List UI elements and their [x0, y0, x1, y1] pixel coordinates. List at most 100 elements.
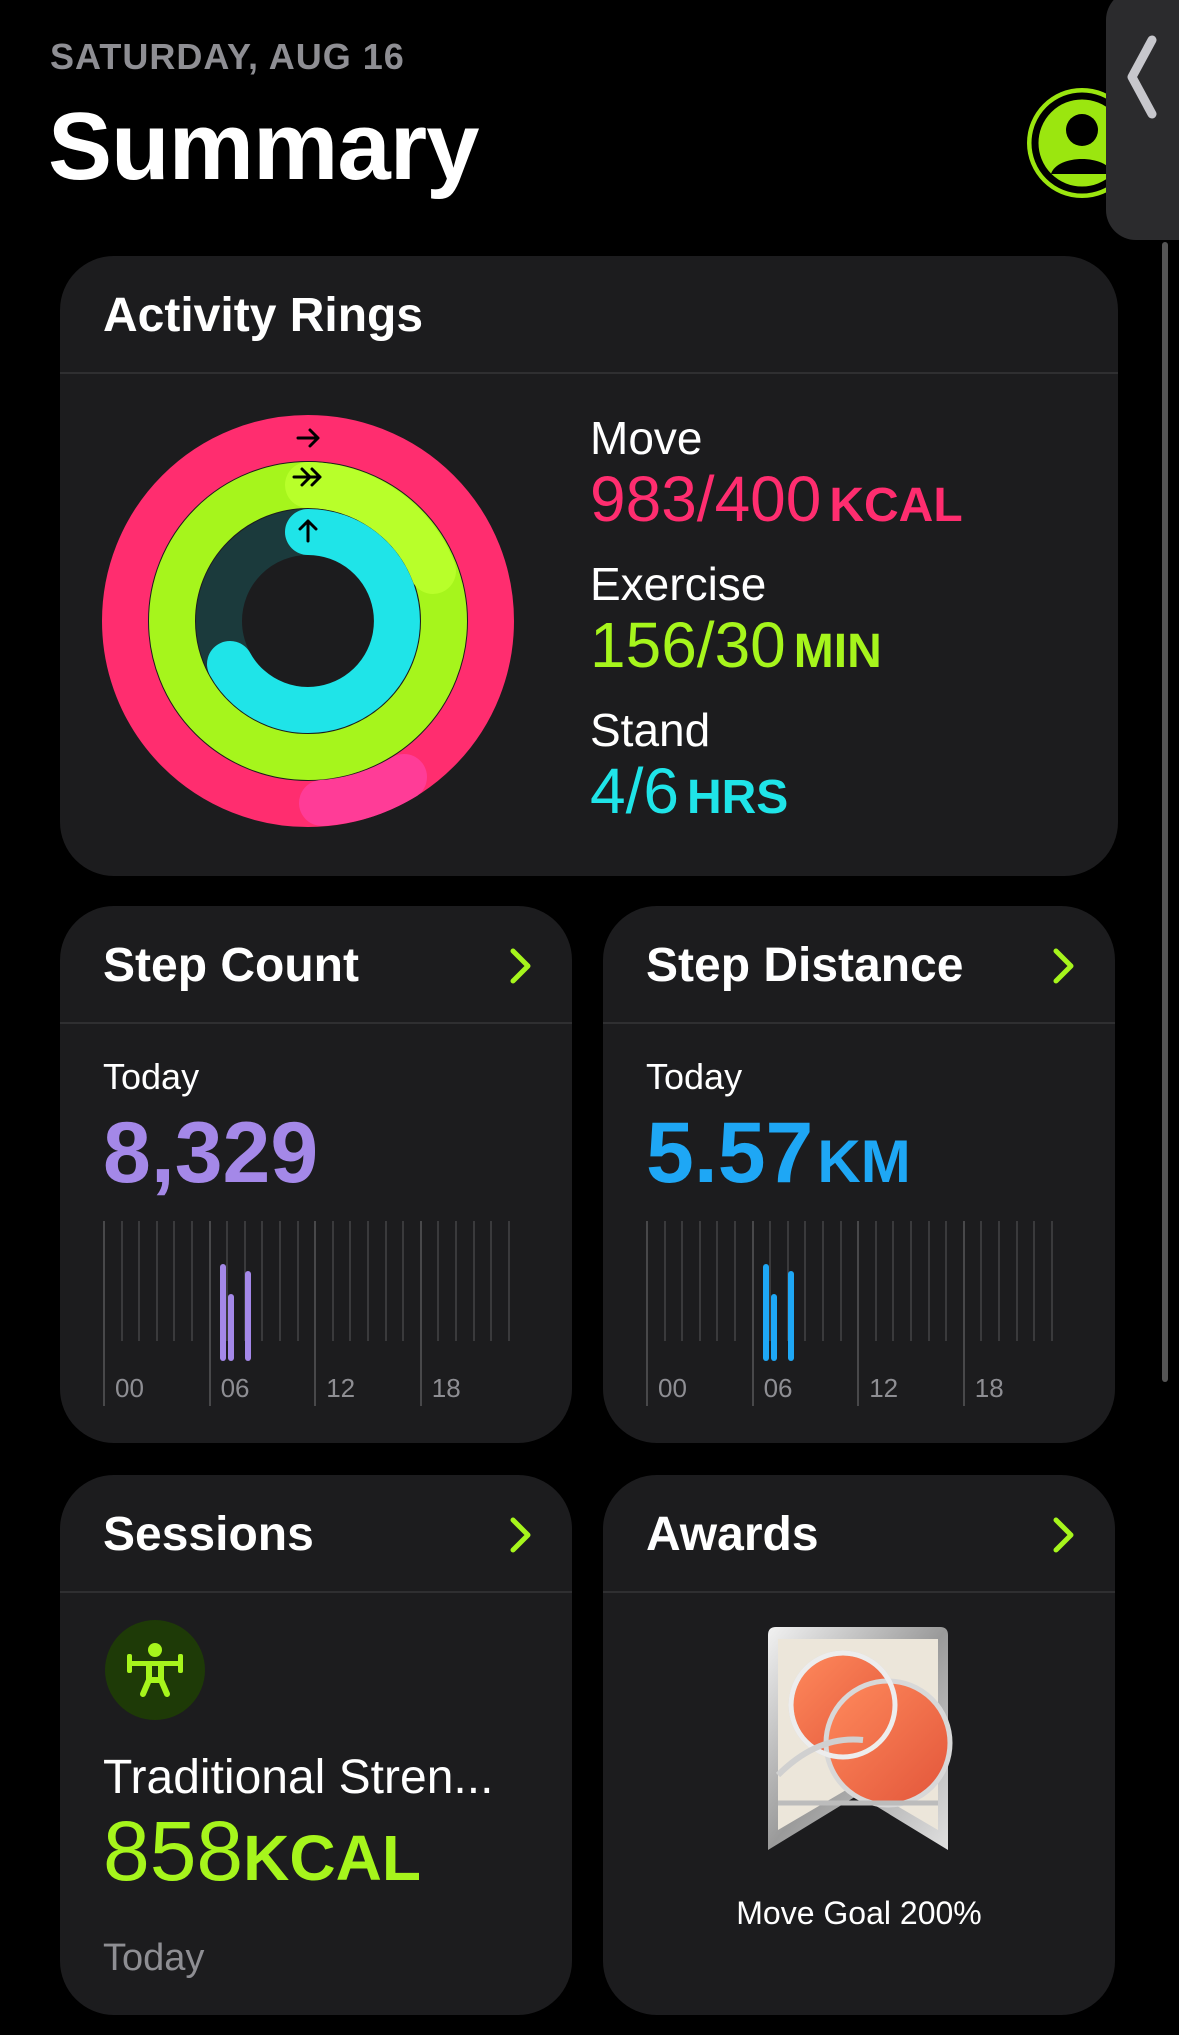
chart-axis-label: 18	[974, 1373, 1004, 1403]
chart-bar	[245, 1271, 252, 1361]
chart-tick	[384, 1221, 387, 1341]
chart-axis-label: 18	[431, 1373, 461, 1403]
activity-rings-chart	[102, 415, 514, 827]
card-header: Step Distance	[603, 906, 1115, 1024]
move-label: Move	[590, 412, 703, 464]
chart-tick	[716, 1221, 719, 1341]
chart-axis-label: 12	[326, 1373, 356, 1403]
chart-tick	[120, 1221, 123, 1341]
card-header: Step Count	[60, 906, 572, 1024]
chart-tick	[437, 1221, 440, 1341]
chart-tick	[296, 1221, 299, 1341]
date-label: SATURDAY, AUG 16	[50, 36, 405, 77]
step-count-value: 8,329	[103, 1105, 319, 1201]
chevron-left-icon	[1127, 35, 1157, 119]
chart-major-gridline	[419, 1221, 422, 1406]
chart-tick	[681, 1221, 684, 1341]
chart-tick	[331, 1221, 334, 1341]
chart-bar	[228, 1293, 235, 1361]
chart-major-gridline	[103, 1221, 105, 1406]
exercise-label: Exercise	[590, 558, 767, 610]
chart-tick	[490, 1221, 493, 1341]
chart-tick	[507, 1221, 510, 1341]
chart-bar	[219, 1263, 226, 1361]
chart-tick	[455, 1221, 457, 1341]
stand-stat: Stand 4/6 HRS	[590, 704, 788, 833]
session-date: Today	[103, 1937, 205, 1979]
chart-major-gridline	[646, 1221, 648, 1406]
card-header: Awards	[603, 1475, 1115, 1593]
chart-tick	[1050, 1221, 1053, 1341]
chart-tick	[138, 1221, 141, 1341]
chart-tick	[892, 1221, 895, 1341]
chart-major-gridline	[314, 1221, 317, 1406]
chart-tick	[279, 1221, 281, 1341]
move-goal-badge-icon	[768, 1627, 953, 1850]
chart-tick	[874, 1221, 877, 1341]
card-title: Awards	[646, 1508, 819, 1561]
chart-tick	[804, 1221, 807, 1341]
chart-axis-label: 00	[658, 1373, 687, 1403]
chart-tick	[173, 1221, 176, 1341]
chart-tick	[155, 1221, 158, 1341]
move-stat: Move 983/400 KCAL	[590, 412, 963, 541]
card-title: Activity Rings	[103, 289, 424, 342]
today-label: Today	[103, 1056, 200, 1097]
activity-rings-card[interactable]: Activity Rings Move 983/400 KCAL Exercise…	[60, 256, 1118, 876]
step-count-card[interactable]: Step Count Today 8,329 00 06 12 18	[60, 906, 572, 1443]
card-title: Step Count	[103, 939, 359, 992]
chart-tick	[910, 1221, 912, 1341]
strength-training-icon	[105, 1620, 205, 1720]
chart-axis-label: 12	[869, 1373, 899, 1403]
chart-tick	[839, 1221, 842, 1341]
chevron-right-icon	[510, 1517, 531, 1553]
chart-major-gridline	[962, 1221, 965, 1406]
card-header: Activity Rings	[60, 256, 1118, 374]
card-title: Step Distance	[646, 939, 964, 992]
chart-tick	[472, 1221, 475, 1341]
chart-tick	[402, 1221, 405, 1341]
exercise-value: 156/30 MIN	[590, 609, 882, 681]
award-name: Move Goal 200%	[736, 1895, 982, 1931]
chart-major-gridline	[751, 1221, 754, 1406]
chart-tick	[663, 1221, 666, 1341]
chart-axis-label: 06	[763, 1373, 793, 1403]
today-label: Today	[646, 1056, 743, 1097]
chart-bar	[788, 1271, 795, 1361]
chart-bar	[762, 1263, 769, 1361]
chart-tick	[734, 1221, 736, 1341]
chart-tick	[349, 1221, 352, 1341]
chart-tick	[980, 1221, 983, 1341]
chart-axis-label: 06	[220, 1373, 250, 1403]
awards-card[interactable]: Awards Move Goal 200%	[603, 1475, 1115, 2015]
chart-tick	[822, 1221, 824, 1341]
step-distance-hourly-chart: 00 06 12 18	[646, 1221, 1069, 1411]
chart-tick	[1015, 1221, 1018, 1341]
chart-tick	[261, 1221, 264, 1341]
stand-value: 4/6 HRS	[590, 755, 789, 827]
move-value: 983/400 KCAL	[590, 463, 963, 535]
chart-major-gridline	[208, 1221, 211, 1406]
chart-tick	[367, 1221, 369, 1341]
move-ring-overlap	[299, 754, 427, 826]
chevron-right-icon	[1053, 1517, 1074, 1553]
exercise-stat: Exercise 156/30 MIN	[590, 558, 882, 687]
chart-axis-label: 00	[115, 1373, 144, 1403]
session-name: Traditional Stren...	[103, 1751, 494, 1804]
session-calories: 858KCAL	[103, 1804, 421, 1898]
card-title: Sessions	[103, 1508, 314, 1561]
chart-tick	[698, 1221, 701, 1341]
chart-tick	[945, 1221, 948, 1341]
chart-major-gridline	[857, 1221, 860, 1406]
page-title: Summary	[48, 93, 480, 200]
sessions-card[interactable]: Sessions Traditional Stren... 858KCAL To…	[60, 1475, 572, 2015]
step-distance-value: 5.57KM	[646, 1105, 911, 1201]
stand-label: Stand	[590, 704, 711, 756]
card-header: Sessions	[60, 1475, 572, 1593]
chart-tick	[191, 1221, 193, 1341]
step-distance-card[interactable]: Step Distance Today 5.57KM 00 06 12 18	[603, 906, 1115, 1443]
chart-tick	[1033, 1221, 1036, 1341]
step-count-hourly-chart: 00 06 12 18	[103, 1221, 526, 1411]
side-panel-tab[interactable]	[1106, 0, 1179, 240]
scrollbar[interactable]	[1162, 242, 1168, 1382]
